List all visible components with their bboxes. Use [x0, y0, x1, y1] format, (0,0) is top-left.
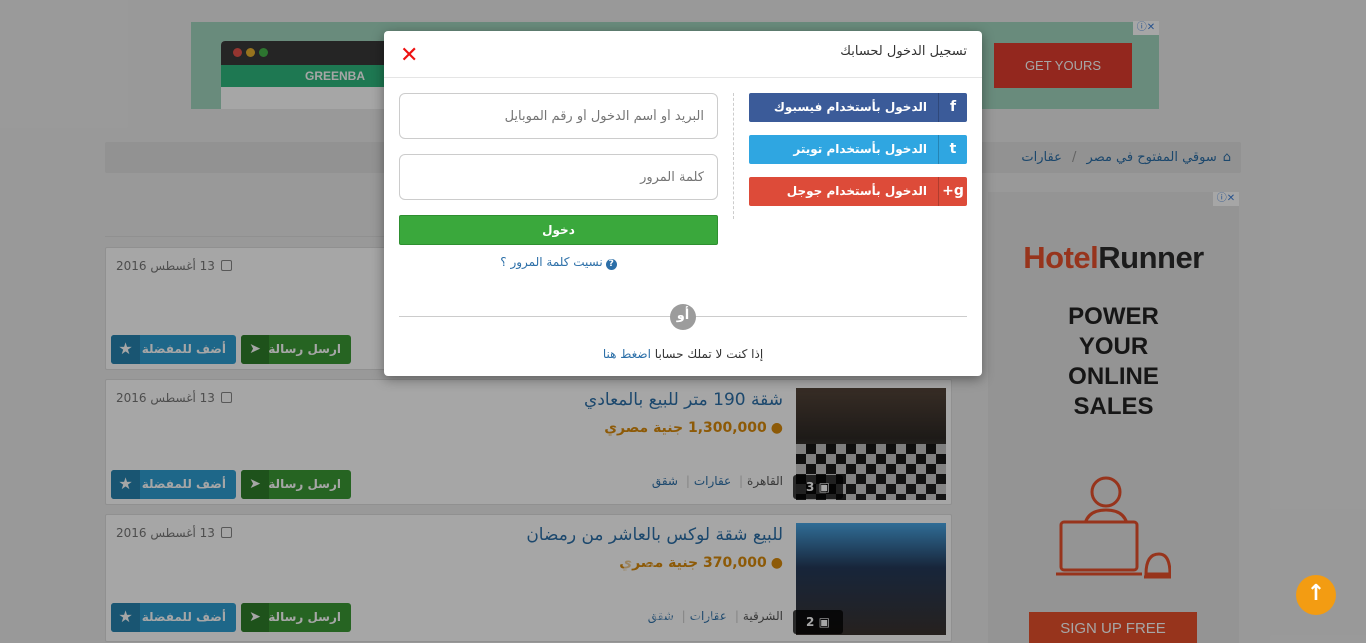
divider	[384, 77, 982, 78]
close-icon[interactable]: ✕	[400, 45, 418, 67]
register-prompt: إذا كنت لا تملك حسابا اضغط هنا	[602, 347, 764, 361]
register-link[interactable]: اضغط هنا	[603, 347, 651, 361]
arrow-up-icon: ↑	[1306, 581, 1326, 606]
email-field[interactable]	[399, 93, 718, 139]
facebook-login-button[interactable]: f الدخول بأستخدام فيسبوك	[749, 93, 967, 122]
question-icon: ?	[605, 259, 617, 270]
twitter-login-button[interactable]: t الدخول بأستخدام تويتر	[749, 135, 967, 164]
facebook-icon: f	[938, 93, 967, 122]
modal-title: تسجيل الدخول لحسابك	[840, 44, 967, 59]
google-plus-icon: g+	[938, 177, 967, 206]
password-field[interactable]	[399, 154, 718, 200]
vertical-divider	[733, 93, 734, 219]
login-modal: تسجيل الدخول لحسابك ✕ دخول ?نسيت كلمة ال…	[384, 31, 982, 376]
or-badge: أو	[670, 304, 696, 330]
forgot-password-link[interactable]: ?نسيت كلمة المرور ؟	[384, 255, 733, 270]
google-login-button[interactable]: g+ الدخول بأستخدام جوجل	[749, 177, 967, 206]
scroll-top-button[interactable]: ↑	[1296, 575, 1336, 615]
login-button[interactable]: دخول	[399, 215, 718, 245]
twitter-icon: t	[938, 135, 967, 164]
